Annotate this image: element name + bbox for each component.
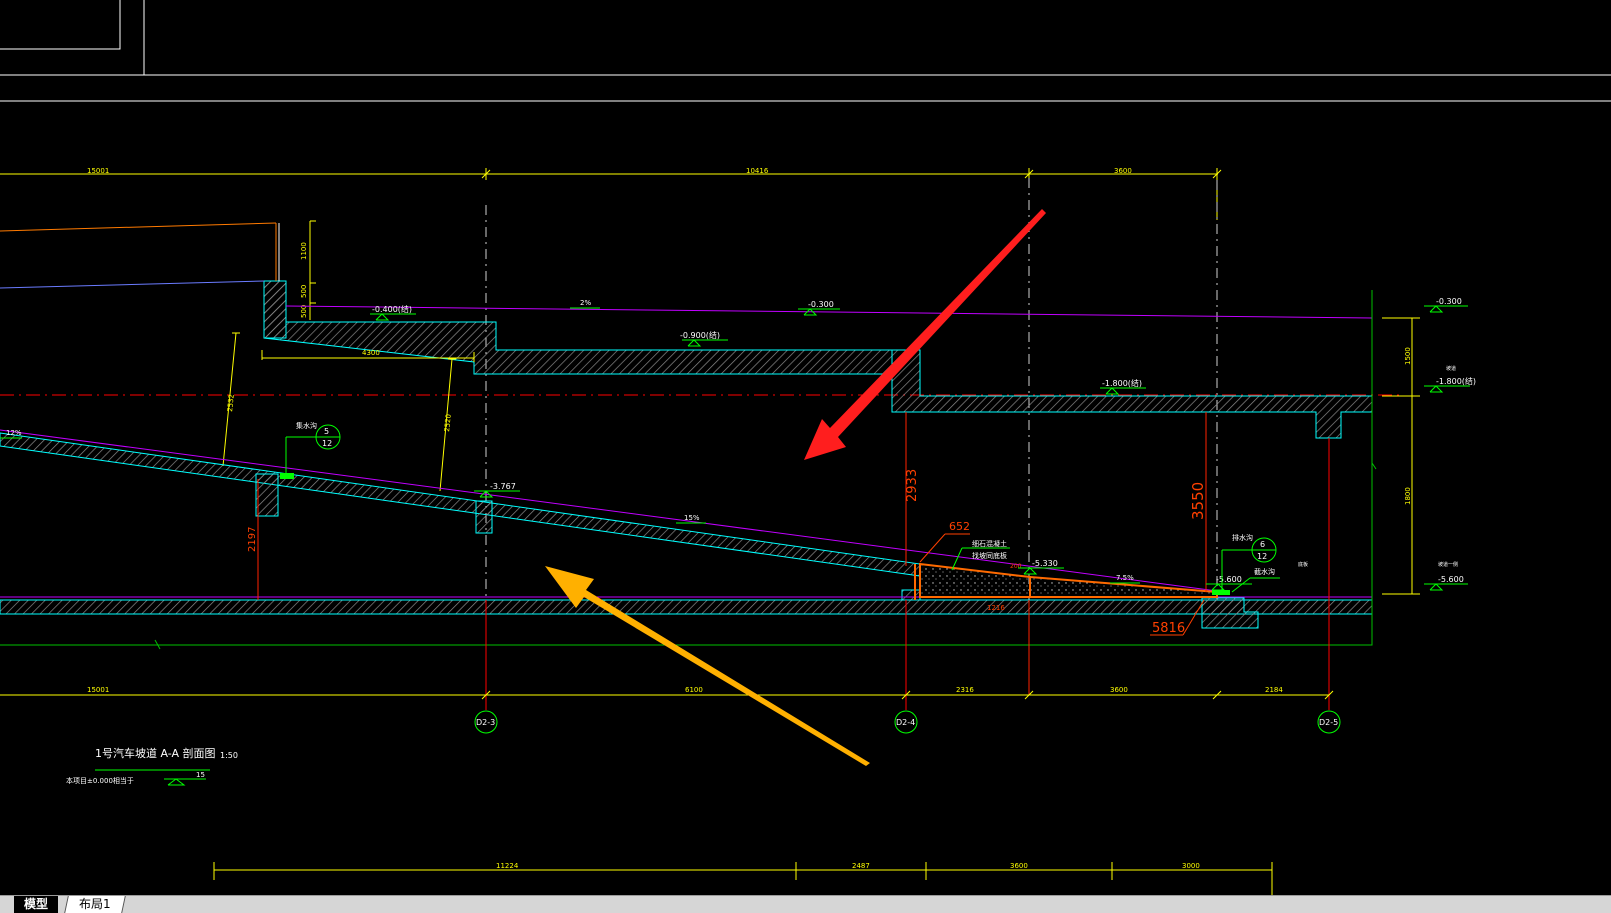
brace-dim-2: 2520 bbox=[443, 414, 453, 433]
drawing-title: 1号汽车坡道 A-A 剖面图 bbox=[95, 746, 216, 760]
elev-e5: -3.767 bbox=[490, 482, 516, 491]
svg-text:D2-5: D2-5 bbox=[1319, 718, 1338, 727]
svg-text:6: 6 bbox=[1260, 540, 1265, 549]
brace-dim-1: 2532 bbox=[226, 394, 236, 413]
axis-bubble-d2-3[interactable]: D2-3 bbox=[474, 710, 498, 734]
svg-text:12: 12 bbox=[1257, 552, 1267, 561]
dim-bottom-3: 2316 bbox=[956, 686, 974, 694]
orange-annotation-arrow bbox=[545, 566, 870, 766]
note-side-1: 坡道 bbox=[1446, 365, 1456, 372]
red-dim-small-a: 200 bbox=[1010, 563, 1022, 570]
dim-top-1: 15001 bbox=[87, 167, 109, 175]
note-side-3: 底板 bbox=[1298, 561, 1308, 568]
right-dim-1500: 1500 bbox=[1404, 347, 1412, 365]
right-dim-1800: 1800 bbox=[1404, 487, 1412, 505]
slope-markers bbox=[0, 307, 1140, 584]
wall-dim-1100: 1100 bbox=[300, 242, 308, 260]
note-fill-1: 细石混凝土 bbox=[972, 539, 1007, 548]
wall-dim-500a: 500 bbox=[300, 285, 308, 298]
top-dimension-line bbox=[0, 168, 1222, 220]
red-dim-small-b: 1216 bbox=[987, 604, 1005, 612]
tab-layout1[interactable]: 布局1 bbox=[64, 896, 126, 913]
axis-bubble-d2-5[interactable]: D2-5 bbox=[1317, 710, 1341, 734]
dim-bottom-1: 15001 bbox=[87, 686, 109, 694]
datum-note: 本项目±0.000相当于 bbox=[66, 776, 134, 785]
svg-text:集水沟: 集水沟 bbox=[296, 421, 317, 430]
svg-text:排水沟: 排水沟 bbox=[1232, 533, 1253, 542]
datum-value: 15 bbox=[196, 771, 205, 779]
svg-text:D2-3: D2-3 bbox=[476, 718, 495, 727]
tab-model[interactable]: 模型 bbox=[14, 896, 59, 913]
slope-s2: 12% bbox=[6, 429, 22, 437]
red-dim-2197: 2197 bbox=[247, 527, 258, 552]
detail-callout-2[interactable]: 6 12 排水沟 bbox=[1212, 533, 1277, 595]
beam-width-text: 4300 bbox=[362, 349, 380, 357]
svg-text:12: 12 bbox=[322, 439, 332, 448]
axis-grid-lines bbox=[485, 178, 1218, 710]
fine-concrete-fill bbox=[919, 562, 1218, 598]
note-fill-2: 找坡同底板 bbox=[972, 551, 1007, 560]
red-dim-2933: 2933 bbox=[905, 469, 920, 502]
section-drawing: 15001 10416 3600 1100 500 500 4300 2532 … bbox=[0, 0, 1611, 895]
dim-base-3: 3600 bbox=[1010, 862, 1028, 870]
note-drain: 截水沟 bbox=[1254, 567, 1275, 576]
brace-lines bbox=[222, 332, 456, 492]
dim-base-1: 11224 bbox=[496, 862, 519, 870]
red-dim-3550: 3550 bbox=[1189, 482, 1207, 520]
svg-text:5: 5 bbox=[324, 427, 329, 436]
ramp-slab bbox=[0, 432, 1373, 629]
elev-right-bottom: -5.600 bbox=[1438, 575, 1464, 584]
red-annotation-arrow bbox=[804, 209, 1046, 460]
dim-bottom-2: 6100 bbox=[685, 686, 703, 694]
right-vertical-dim bbox=[1382, 317, 1420, 595]
elev-e7: -5.600 bbox=[1216, 575, 1242, 584]
slope-s4: 7.5% bbox=[1116, 574, 1134, 582]
slope-s3: 15% bbox=[684, 514, 700, 522]
elev-right-mid: -1.800(结) bbox=[1436, 376, 1476, 386]
red-dim-652: 652 bbox=[949, 520, 970, 533]
elev-e1: -0.400(结) bbox=[372, 304, 412, 314]
elev-e4: -1.800(结) bbox=[1102, 378, 1142, 388]
drawing-title-block: 1号汽车坡道 A-A 剖面图 1:50 本项目±0.000相当于 15 bbox=[66, 746, 238, 786]
cad-drawing-viewport[interactable]: 15001 10416 3600 1100 500 500 4300 2532 … bbox=[0, 0, 1611, 895]
red-dim-5816: 5816 bbox=[1152, 621, 1185, 636]
dim-base-2: 2487 bbox=[852, 862, 870, 870]
dim-bottom-4: 3600 bbox=[1110, 686, 1128, 694]
note-side-2: 坡道一侧 bbox=[1438, 561, 1458, 568]
svg-text:D2-4: D2-4 bbox=[896, 718, 915, 727]
elev-e2: -0.300 bbox=[808, 300, 834, 309]
dim-bottom-5: 2184 bbox=[1265, 686, 1283, 694]
frame-lines bbox=[0, 0, 1611, 102]
elev-e3: -0.900(结) bbox=[680, 330, 720, 340]
elev-right-top: -0.300 bbox=[1436, 297, 1462, 306]
dim-base-4: 3000 bbox=[1182, 862, 1200, 870]
elev-e6: -5.330 bbox=[1032, 559, 1058, 568]
dim-top-3: 3600 bbox=[1114, 167, 1132, 175]
axis-bubble-d2-4[interactable]: D2-4 bbox=[894, 710, 918, 734]
detail-callout-1[interactable]: 5 12 集水沟 bbox=[280, 421, 341, 479]
layout-tab-bar: 模型 布局1 bbox=[0, 895, 1611, 913]
base-dimension-line bbox=[213, 862, 1273, 895]
bottom-dimension-line bbox=[0, 690, 1334, 700]
dim-top-2: 10416 bbox=[746, 167, 769, 175]
slope-s1: 2% bbox=[580, 299, 591, 307]
drawing-scale: 1:50 bbox=[220, 751, 238, 760]
red-height-dims bbox=[257, 412, 1330, 710]
